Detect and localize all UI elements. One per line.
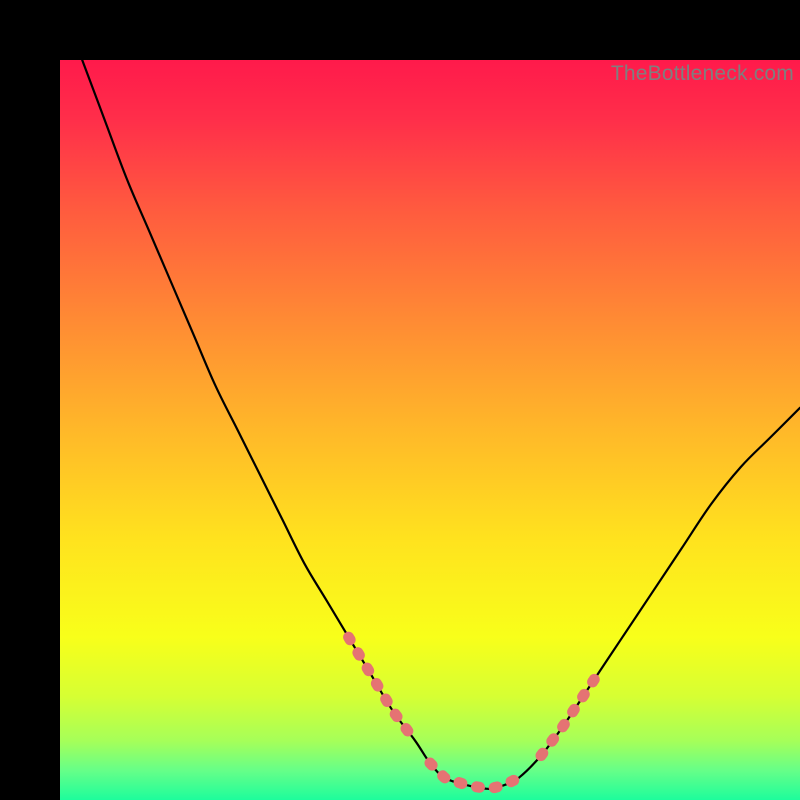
chart-frame: TheBottleneck.com xyxy=(30,30,770,770)
bottleneck-curve xyxy=(60,60,800,800)
plot-area: TheBottleneck.com xyxy=(60,60,800,800)
highlight-segment xyxy=(349,637,416,741)
watermark-text: TheBottleneck.com xyxy=(611,62,794,86)
highlight-segment xyxy=(541,671,600,756)
